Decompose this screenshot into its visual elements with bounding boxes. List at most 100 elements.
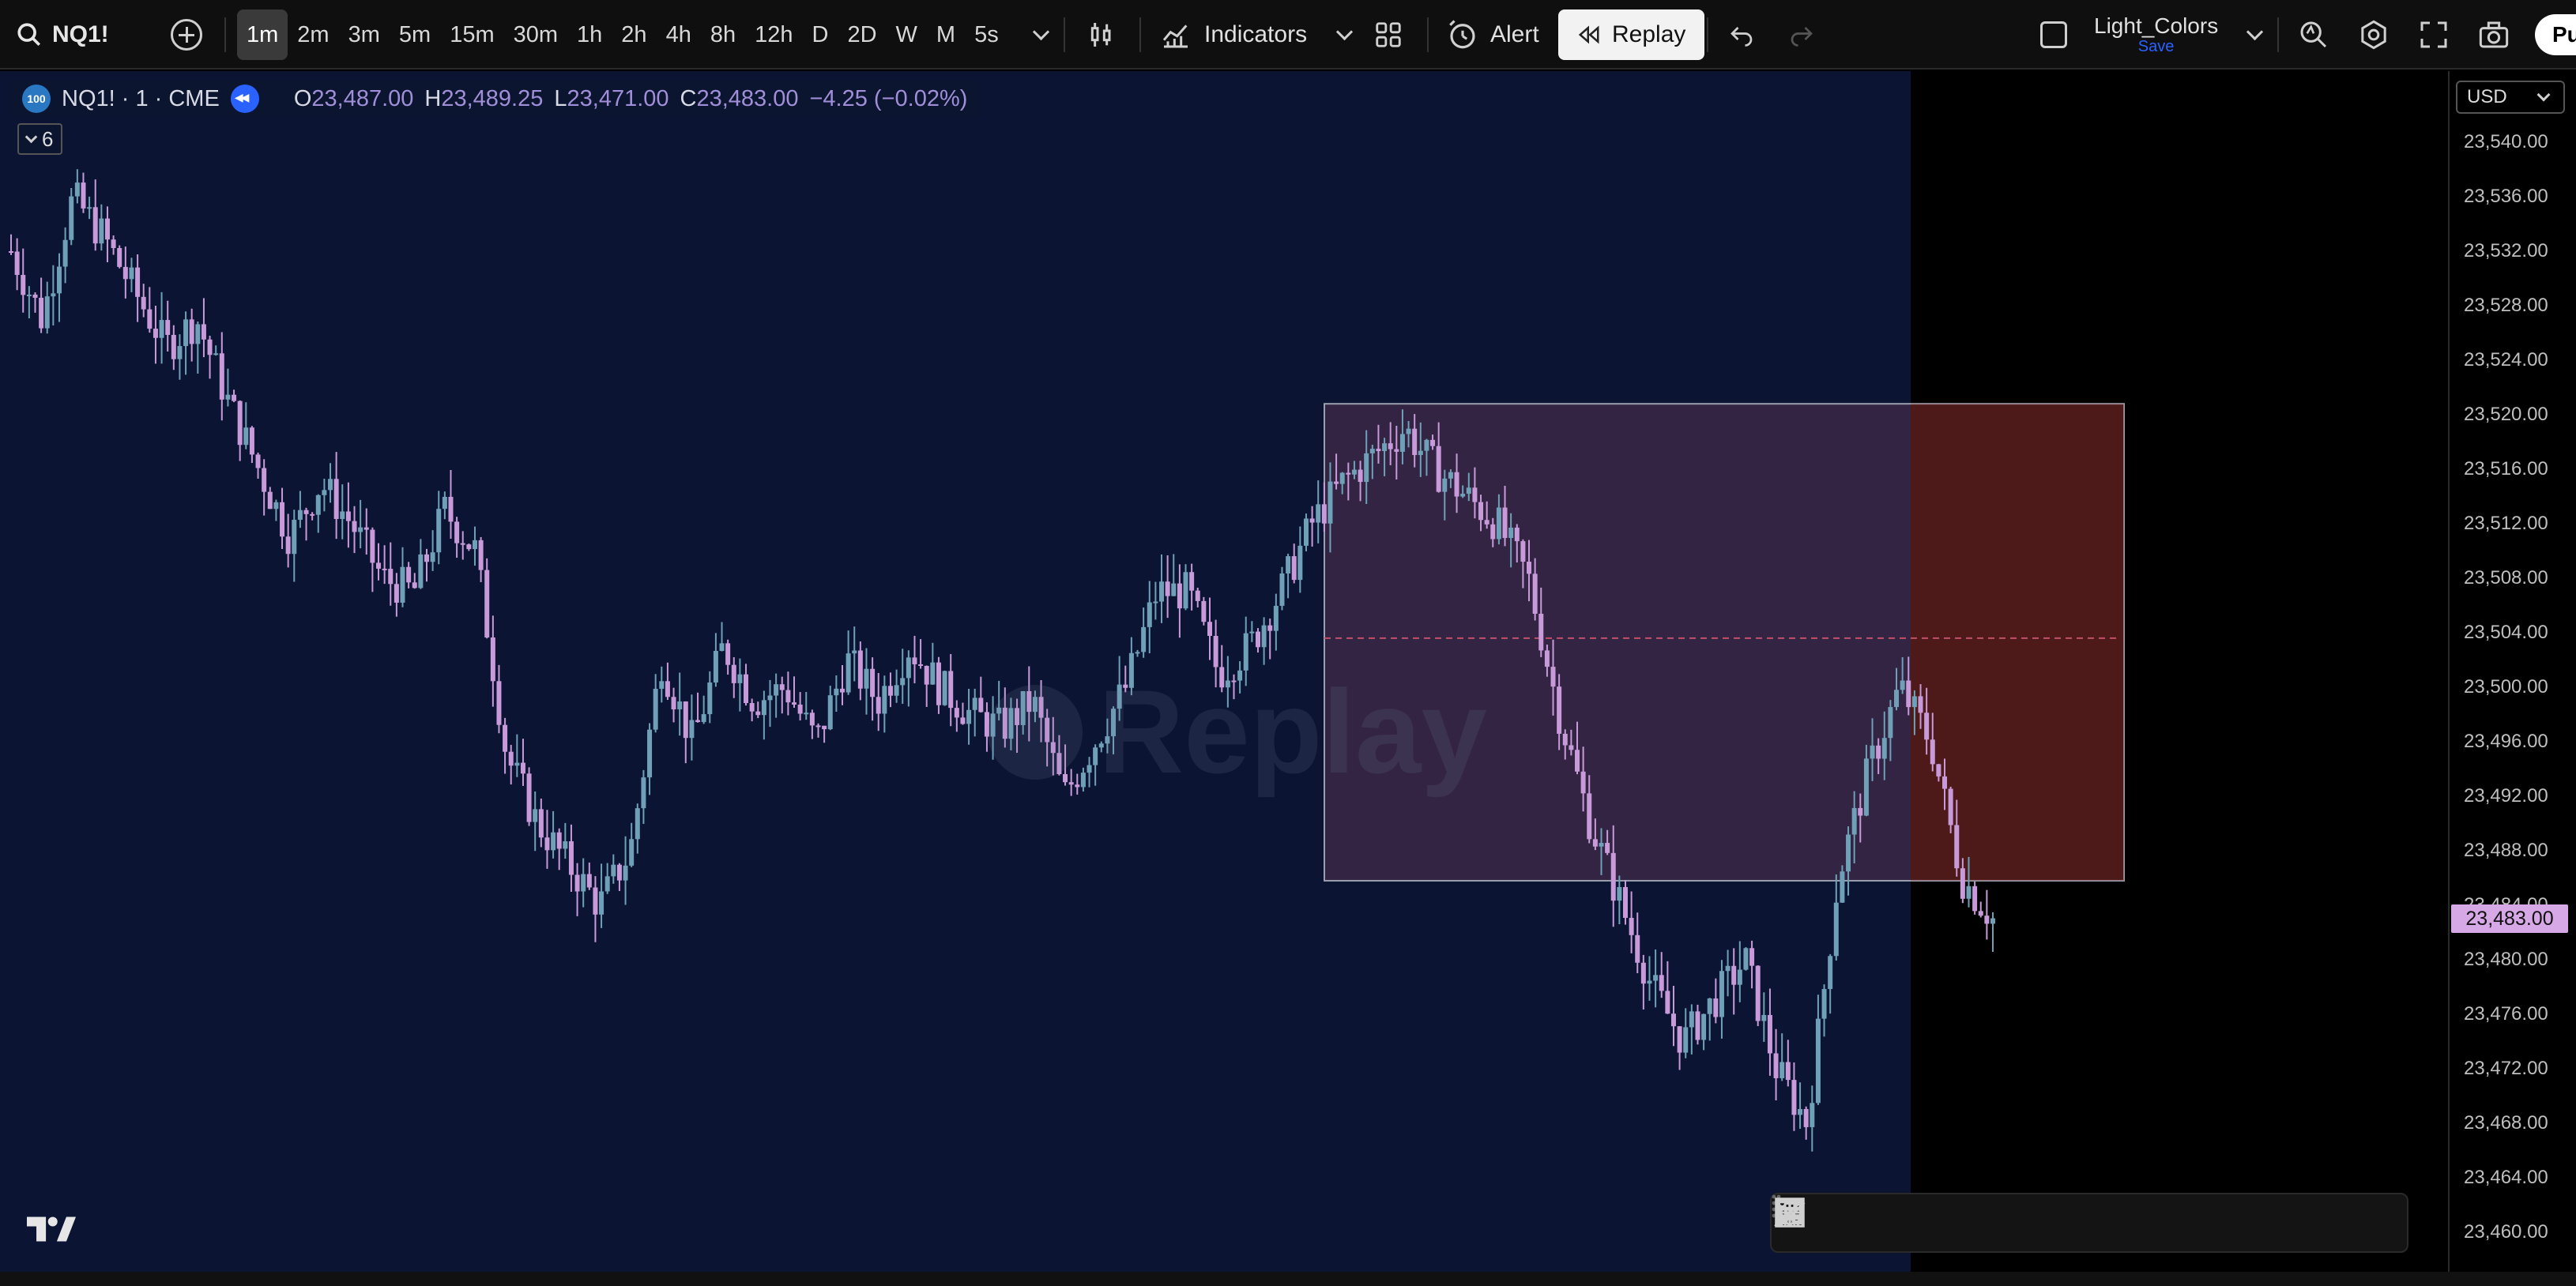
replay-watermark: Replay [988,664,1487,800]
horizontal-ray-tool-icon[interactable] [1776,1193,1862,1253]
candle-body [1629,917,1634,935]
candle-body [1846,834,1851,872]
rectangle-tool-icon[interactable] [1775,1193,2042,1253]
pitchfork-tool-icon[interactable] [1776,1193,2162,1253]
candle-body [412,582,417,588]
candle-body [683,701,688,739]
price-axis[interactable]: USD 23,540.00 23,536.00 23,532.00 23,528.00… [2448,71,2576,1272]
interval-1m[interactable]: 1m [237,9,288,60]
indicator-templates-button[interactable] [1373,0,1403,70]
interval-12h[interactable]: 12h [745,9,802,60]
layout-dropdown[interactable] [2238,0,2272,70]
candle-body [894,685,899,696]
interval-dropdown-button[interactable] [1024,0,1058,70]
candle-body [839,688,845,693]
indicators-button[interactable]: Indicators [1160,0,1307,70]
layout-name-button[interactable]: Light_Colors Save [2094,0,2218,70]
alarm-clock-icon [1449,20,1475,49]
candle-body [171,334,176,359]
gear-icon [2361,20,2386,50]
candle-body [1562,733,1568,746]
currency-selector[interactable]: USD [2456,81,2565,114]
interval-2m[interactable]: 2m [288,9,338,60]
candle-body [1339,472,1345,484]
quick-search-button[interactable] [2298,0,2329,70]
indicators-count: 6 [42,126,54,151]
price-tick: 23,488.00 [2464,840,2548,861]
candle-body [1569,745,1574,750]
interval-d[interactable]: D [802,9,838,60]
indicators-dropdown[interactable] [1328,0,1361,70]
candle-body [1894,690,1900,708]
fib-retracement-tool-icon[interactable] [1776,1193,2102,1253]
candle-body [1930,739,1935,765]
candle-body [1291,556,1297,581]
interval-1h[interactable]: 1h [567,9,612,60]
chart-type-button[interactable] [1086,0,1117,70]
candle-body [1454,472,1459,497]
chart-pane[interactable]: Replay 100 NQ1! · 1 · CME O23,487.00 H23… [0,71,2446,1272]
candle-body [1478,502,1484,521]
parallel-channel-tool-icon[interactable] [1776,1193,1982,1253]
candle-body [1261,625,1267,648]
brush-tool-icon[interactable] [1774,1193,2282,1253]
candle-body [677,701,683,710]
candle-body [1502,507,1508,539]
indicators-collapse-button[interactable]: 6 [17,123,63,155]
candle-body [153,329,158,338]
candle-body [1719,971,1724,1017]
compare-symbol-button[interactable] [171,0,202,70]
publish-button[interactable]: Pu [2535,14,2576,55]
candle-body [1575,750,1580,772]
candle-body [514,762,520,766]
candle-body [1942,776,1948,789]
interval-5s[interactable]: 5s [965,9,1008,60]
interval-w[interactable]: W [887,9,927,60]
candle-body [604,876,610,892]
candle-body [707,682,713,715]
price-tick: 23,512.00 [2464,513,2548,534]
replay-button[interactable]: Replay [1558,9,1705,60]
candle-body [1954,825,1960,869]
callout-tool-icon[interactable] [1776,1193,2222,1253]
interval-15m[interactable]: 15m [440,9,503,60]
interval-m[interactable]: M [927,9,965,60]
candle-body [225,394,231,400]
interval-2h[interactable]: 2h [612,9,656,60]
candle-body [857,650,863,689]
candle-body [1731,965,1737,985]
legend-symbol-title[interactable]: NQ1! · 1 · CME [62,86,220,112]
layout-checkbox[interactable] [2040,0,2067,70]
trend-line-tool-icon[interactable] [1775,1193,1922,1253]
candle-body [544,837,550,851]
candle-body [1388,443,1393,449]
candle-body [1557,686,1562,734]
candle-body [1351,469,1357,475]
grid-tool-icon[interactable] [1775,1193,2402,1253]
candle-body [1267,625,1273,631]
interval-8h[interactable]: 8h [701,9,745,60]
legend-close: C23,483.00 [680,86,799,112]
undo-button[interactable] [1727,0,1756,70]
interval-4h[interactable]: 4h [657,9,701,60]
interval-5m[interactable]: 5m [390,9,440,60]
interval-30m[interactable]: 30m [504,9,567,60]
candle-body [936,662,941,705]
snapshot-button[interactable] [2478,0,2510,70]
candle-body [1653,975,1659,981]
candle-body [978,698,984,713]
candle-body [1924,713,1930,740]
candle-body [1815,1018,1821,1104]
replay-mode-icon[interactable] [230,85,259,113]
interval-3m[interactable]: 3m [339,9,390,60]
alert-button[interactable]: Alert [1446,0,1539,70]
candle-body [1376,449,1381,452]
settings-button[interactable] [2358,0,2390,70]
interval-2d[interactable]: 2D [838,9,886,60]
symbol-search-button[interactable]: NQ1! [16,0,109,70]
fullscreen-button[interactable] [2418,0,2450,70]
candle-body [280,502,285,537]
text-tool-icon[interactable] [1779,1193,2342,1253]
redo-button[interactable] [1787,0,1816,70]
symbol-legend[interactable]: 100 NQ1! · 1 · CME O23,487.00 H23,489.25… [11,81,979,117]
